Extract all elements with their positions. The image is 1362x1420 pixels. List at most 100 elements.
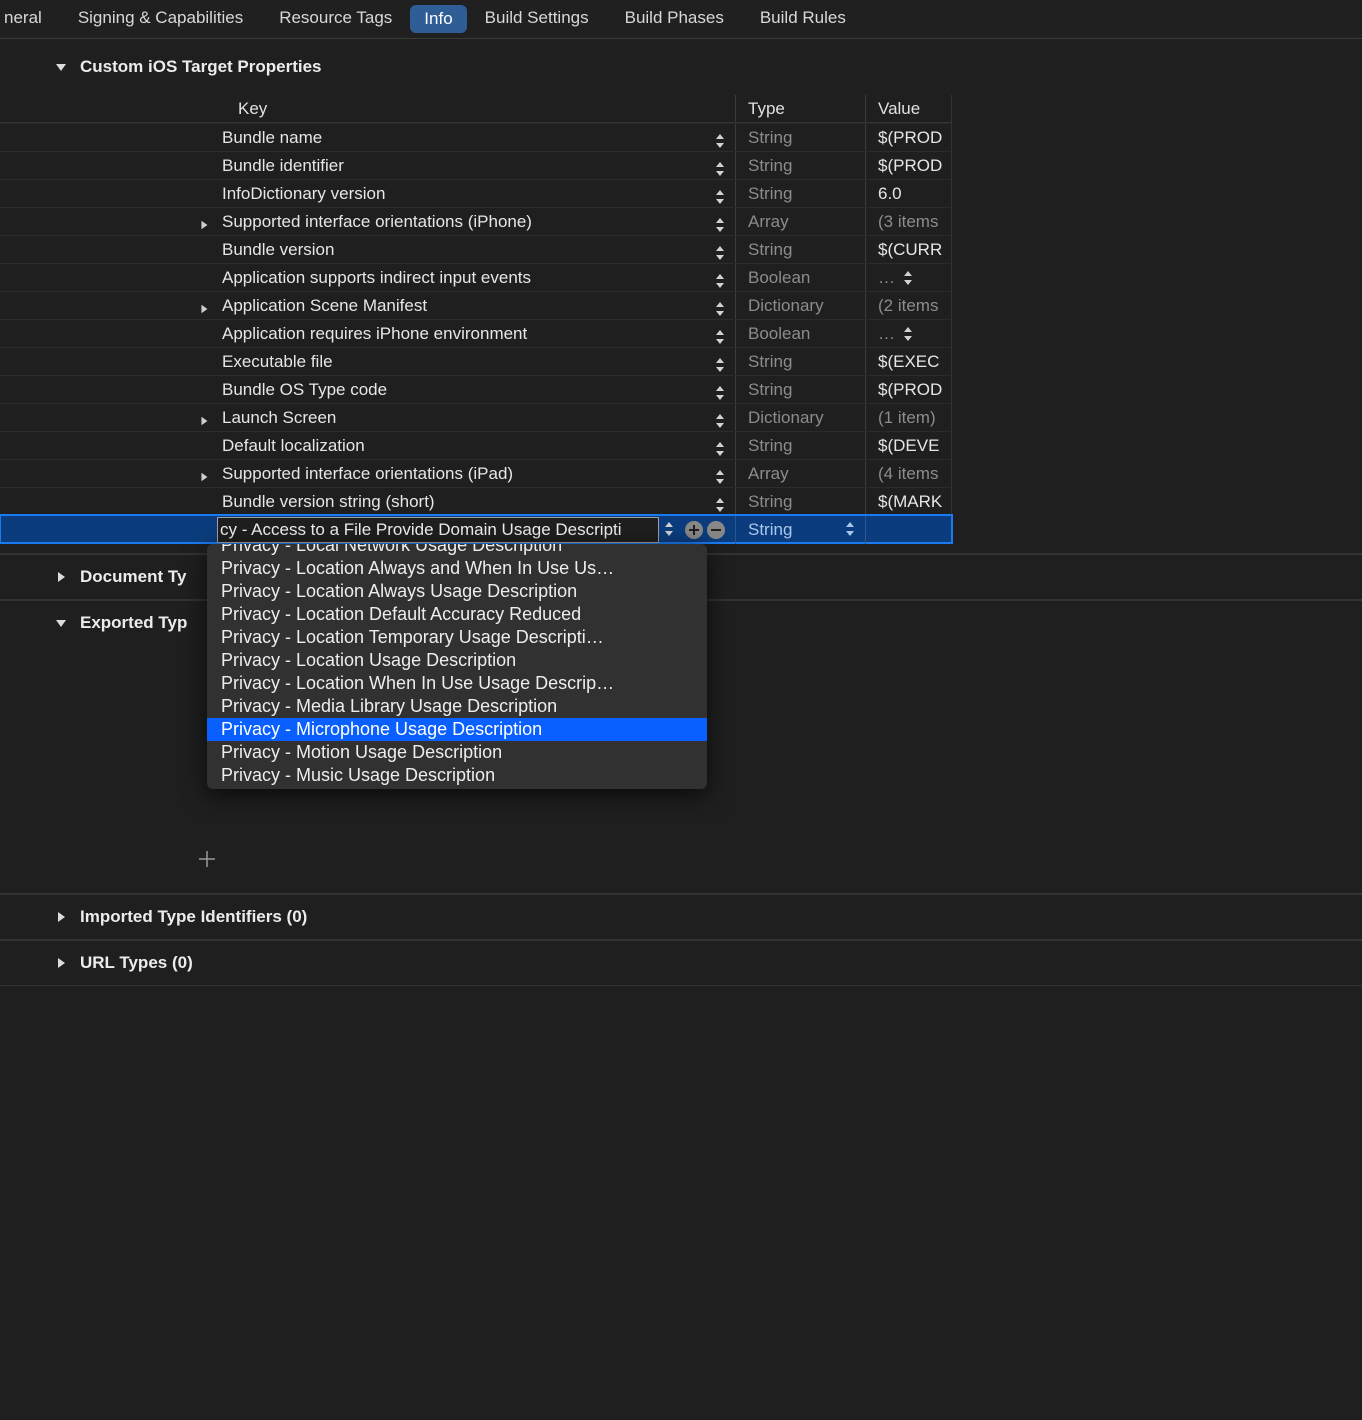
section-header-url-types[interactable]: URL Types (0) [0,940,1362,985]
chevron-right-icon[interactable] [196,217,212,233]
tab-build-phases[interactable]: Build Phases [607,1,742,37]
key-label: Bundle version [222,240,334,260]
autocomplete-option[interactable]: Privacy - Location Default Accuracy Redu… [207,603,707,626]
tab-signing[interactable]: Signing & Capabilities [60,1,261,37]
column-type[interactable]: Type [748,99,785,119]
stepper-icon[interactable] [901,269,915,287]
type-cell[interactable]: Dictionary [735,292,865,319]
stepper-icon[interactable] [713,300,727,318]
plus-icon[interactable] [196,848,218,875]
type-cell[interactable]: Array [735,208,865,235]
tab-build-settings[interactable]: Build Settings [467,1,607,37]
autocomplete-option[interactable]: Privacy - Location Temporary Usage Descr… [207,626,707,649]
column-value[interactable]: Value [878,99,920,119]
value-cell[interactable]: (4 items [865,460,955,487]
autocomplete-option[interactable]: Privacy - Location Always Usage Descript… [207,580,707,603]
value-cell[interactable]: (2 items [865,292,955,319]
value-cell[interactable]: (1 item) [865,404,955,431]
section-header-custom-ios[interactable]: Custom iOS Target Properties [0,39,1362,95]
chevron-right-icon[interactable] [196,413,212,429]
value-cell[interactable]: … [865,264,955,291]
stepper-icon[interactable] [662,520,676,538]
type-cell[interactable]: String [735,432,865,459]
autocomplete-option[interactable]: Privacy - Music Usage Description [207,764,707,787]
plist-row[interactable]: Default localizationString$(DEVE [0,431,952,459]
stepper-icon[interactable] [713,328,727,346]
stepper-icon[interactable] [713,356,727,374]
tab-resource-tags[interactable]: Resource Tags [261,1,410,37]
value-cell[interactable]: 6.0 [865,180,955,207]
type-cell[interactable]: String [735,516,792,544]
stepper-icon[interactable] [713,272,727,290]
autocomplete-option[interactable]: Privacy - Location When In Use Usage Des… [207,672,707,695]
add-key-icon[interactable] [684,520,704,540]
value-cell[interactable]: $(MARK [865,488,955,515]
key-label: Bundle version string (short) [222,492,435,512]
remove-key-icon[interactable] [706,520,726,540]
tab-build-rules[interactable]: Build Rules [742,1,864,37]
value-cell[interactable]: $(DEVE [865,432,955,459]
value-cell[interactable]: $(PROD [865,376,955,403]
value-cell[interactable]: (3 items [865,208,955,235]
section-header-imported-types[interactable]: Imported Type Identifiers (0) [0,894,1362,939]
plist-row[interactable]: Supported interface orientations (iPhone… [0,207,952,235]
column-key[interactable]: Key [238,99,267,119]
chevron-right-icon[interactable] [196,301,212,317]
stepper-icon[interactable] [713,132,727,150]
stepper-icon[interactable] [713,412,727,430]
type-cell[interactable]: String [735,180,865,207]
plist-row[interactable]: Application requires iPhone environmentB… [0,319,952,347]
value-cell[interactable]: $(EXEC [865,348,955,375]
type-cell[interactable]: String [735,376,865,403]
plist-row[interactable]: Bundle version String$(CURR [0,235,952,263]
plist-row[interactable]: Supported interface orientations (iPad)A… [0,459,952,487]
section-title: Exported Typ [80,613,187,633]
autocomplete-option[interactable]: Privacy - Local Network Usage Descriptio… [207,544,707,557]
value-cell[interactable]: $(PROD [865,124,955,151]
stepper-icon[interactable] [713,216,727,234]
plist-row[interactable]: Application supports indirect input even… [0,263,952,291]
autocomplete-option[interactable]: Privacy - Microphone Usage Description [207,718,707,741]
type-cell[interactable]: String [735,348,865,375]
value-cell[interactable]: … [865,320,955,347]
value-cell[interactable] [865,516,952,544]
key-input[interactable]: cy - Access to a File Provide Domain Usa… [217,517,659,543]
stepper-icon[interactable] [713,496,727,514]
type-cell[interactable]: String [735,124,865,151]
plist-row[interactable]: Launch ScreenDictionary(1 item) [0,403,952,431]
autocomplete-option[interactable]: Privacy - Motion Usage Description [207,741,707,764]
autocomplete-option[interactable]: Privacy - Location Always and When In Us… [207,557,707,580]
plist-row[interactable]: Bundle name String$(PROD [0,123,952,151]
type-cell[interactable]: String [735,236,865,263]
autocomplete-option[interactable]: Privacy - Media Library Usage Descriptio… [207,695,707,718]
type-cell[interactable]: Dictionary [735,404,865,431]
plist-row[interactable]: Bundle identifierString$(PROD [0,151,952,179]
type-cell[interactable]: Boolean [735,320,865,347]
autocomplete-option[interactable]: Privacy - Location Usage Description [207,649,707,672]
key-label: Bundle name [222,128,322,148]
plist-row[interactable]: Bundle version string (short) String$(MAR… [0,487,952,515]
tab-general[interactable]: neral [0,1,60,37]
stepper-icon[interactable] [713,384,727,402]
type-cell[interactable]: Boolean [735,264,865,291]
plist-row[interactable]: Application Scene ManifestDictionary(2 i… [0,291,952,319]
type-cell[interactable]: String [735,152,865,179]
plist-row[interactable]: Bundle OS Type codeString$(PROD [0,375,952,403]
stepper-icon[interactable] [901,325,915,343]
type-cell[interactable]: Array [735,460,865,487]
stepper-icon[interactable] [713,244,727,262]
chevron-right-icon[interactable] [196,469,212,485]
stepper-icon[interactable] [713,188,727,206]
value-cell[interactable]: $(CURR [865,236,955,263]
value-cell[interactable]: $(PROD [865,152,955,179]
plist-row[interactable]: Executable fileString$(EXEC [0,347,952,375]
stepper-icon[interactable] [713,160,727,178]
stepper-icon[interactable] [713,468,727,486]
plist-row[interactable]: InfoDictionary versionString6.0 [0,179,952,207]
stepper-icon[interactable] [843,520,857,538]
plist-row-editing[interactable]: cy - Access to a File Provide Domain Usa… [0,515,952,543]
tab-info[interactable]: Info [410,5,466,33]
section-url-types: URL Types (0) [0,940,1362,986]
stepper-icon[interactable] [713,440,727,458]
type-cell[interactable]: String [735,488,865,515]
